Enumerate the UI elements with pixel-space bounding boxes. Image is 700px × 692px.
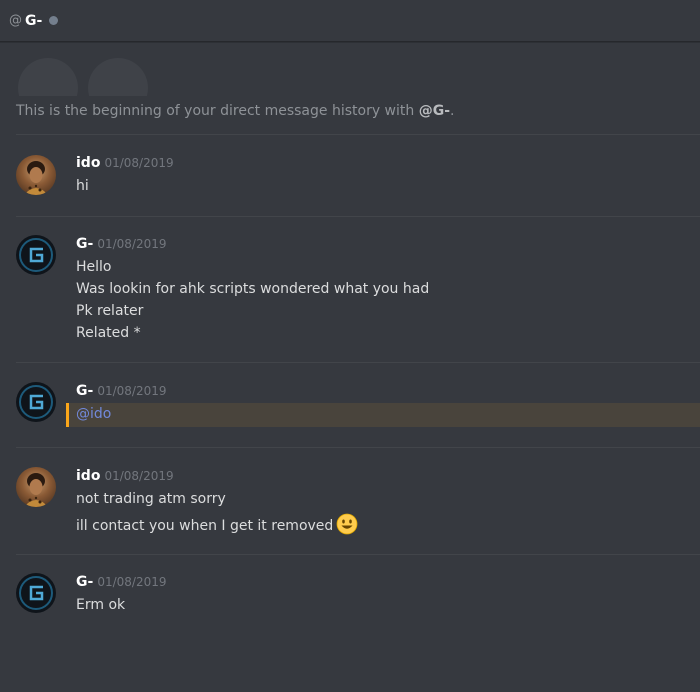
message-text: Hello — [76, 259, 112, 275]
message-text: hi — [76, 178, 89, 194]
timestamp: 01/08/2019 — [104, 156, 174, 170]
mention-highlight-bar — [66, 403, 69, 427]
smiley-emoji-icon[interactable] — [336, 513, 358, 539]
message-text: Erm ok — [76, 597, 126, 613]
username[interactable]: G- 01/08/2019 — [76, 383, 166, 399]
message-text: Was lookin for ahk scripts wondered what… — [76, 281, 430, 297]
dm-start-watermark-icon — [18, 52, 158, 96]
divider — [16, 134, 700, 135]
username[interactable]: ido 01/08/2019 — [76, 155, 174, 171]
timestamp: 01/08/2019 — [97, 237, 167, 251]
avatar[interactable] — [16, 573, 56, 613]
message-text: not trading atm sorry — [76, 491, 226, 507]
message-text: Related * — [76, 325, 141, 341]
status-offline-icon — [49, 16, 59, 25]
message-text: Pk relater — [76, 303, 144, 319]
avatar[interactable] — [16, 467, 56, 507]
timestamp: 01/08/2019 — [97, 384, 167, 398]
dm-recipient-name[interactable]: G- — [25, 13, 42, 29]
avatar[interactable] — [16, 382, 56, 422]
dm-beginning-text: This is the beginning of your direct mes… — [16, 103, 455, 119]
timestamp: 01/08/2019 — [104, 469, 174, 483]
divider — [16, 447, 700, 448]
username[interactable]: G- 01/08/2019 — [76, 236, 166, 252]
username[interactable]: G- 01/08/2019 — [76, 574, 166, 590]
dm-header: @ G- — [0, 0, 700, 42]
divider — [16, 216, 700, 217]
divider — [16, 362, 700, 363]
username[interactable]: ido 01/08/2019 — [76, 468, 174, 484]
message-text: ill contact you when I get it removed — [76, 513, 358, 539]
divider — [16, 554, 700, 555]
avatar[interactable] — [16, 235, 56, 275]
intro-mention: @G- — [418, 103, 451, 119]
user-mention[interactable]: @ido — [76, 406, 111, 422]
at-icon: @ — [9, 13, 22, 28]
avatar[interactable] — [16, 155, 56, 195]
mention-highlight — [66, 403, 700, 427]
timestamp: 01/08/2019 — [97, 575, 167, 589]
